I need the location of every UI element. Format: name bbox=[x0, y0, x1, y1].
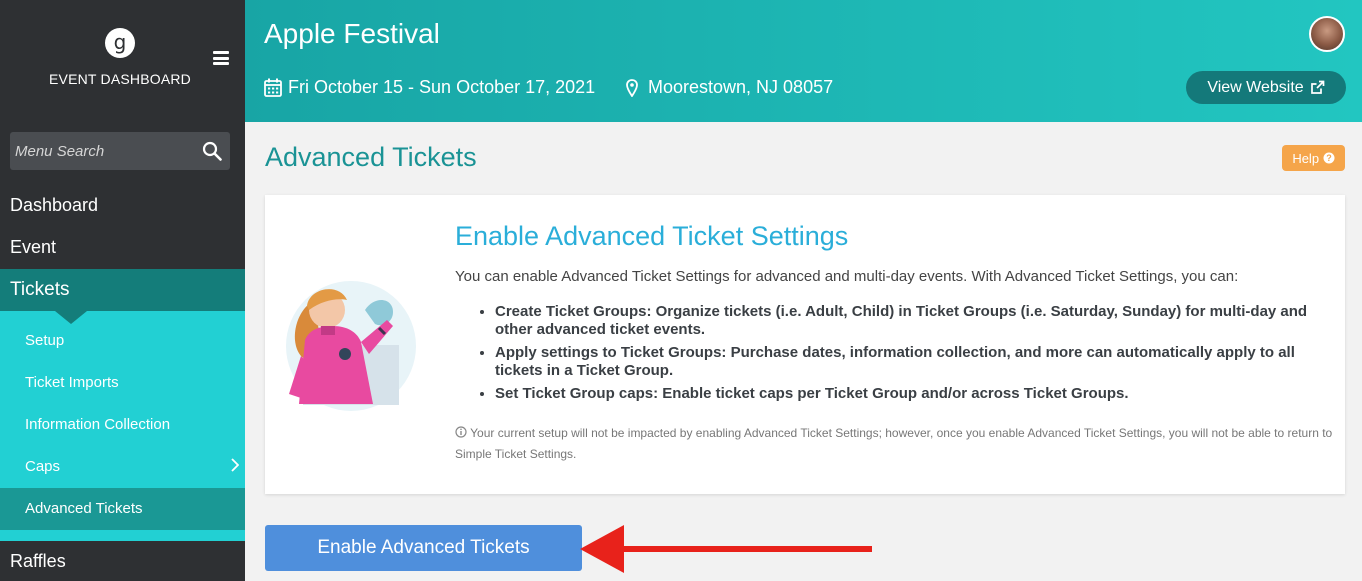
list-item: Create Ticket Groups: Organize tickets (… bbox=[495, 303, 1325, 339]
view-website-button[interactable]: View Website bbox=[1186, 71, 1346, 104]
sidebar-item-label: Information Collection bbox=[25, 416, 171, 433]
sidebar-item-label: Setup bbox=[25, 332, 65, 349]
card-title: Enable Advanced Ticket Settings bbox=[455, 221, 849, 251]
map-pin-icon bbox=[626, 78, 638, 97]
menu-search-input[interactable] bbox=[10, 132, 200, 170]
nav-tickets-label: Tickets bbox=[10, 279, 70, 300]
sidebar-item-advanced-tickets[interactable]: Advanced Tickets bbox=[0, 488, 245, 530]
logo[interactable]: g bbox=[105, 28, 135, 58]
enable-advanced-card: Enable Advanced Ticket Settings You can … bbox=[265, 195, 1345, 494]
external-link-icon bbox=[1310, 80, 1325, 94]
nav-tickets[interactable]: Tickets bbox=[0, 269, 245, 311]
setup-note: Your current setup will not be impacted … bbox=[455, 423, 1335, 465]
event-dates: Fri October 15 - Sun October 17, 2021 bbox=[264, 77, 595, 98]
sidebar: g EVENT DASHBOARD Dashboard Event Ticket… bbox=[0, 0, 245, 581]
red-arrow-annotation bbox=[580, 525, 872, 573]
sidebar-item-label: Ticket Imports bbox=[25, 374, 119, 391]
event-location-text: Moorestown, NJ 08057 bbox=[648, 77, 834, 97]
help-button[interactable]: Help ? bbox=[1282, 145, 1345, 171]
list-item: Set Ticket Group caps: Enable ticket cap… bbox=[495, 385, 1325, 403]
menu-search bbox=[10, 132, 230, 170]
hamburger-icon[interactable] bbox=[213, 51, 229, 65]
setup-note-text: Your current setup will not be impacted … bbox=[455, 426, 1333, 461]
sidebar-item-caps[interactable]: Caps bbox=[0, 446, 245, 488]
page-title: Advanced Tickets bbox=[265, 142, 477, 172]
sidebar-item-ticket-imports[interactable]: Ticket Imports bbox=[0, 362, 245, 404]
nav-raffles[interactable]: Raffles bbox=[10, 551, 66, 572]
search-icon[interactable] bbox=[202, 141, 222, 161]
nav-dashboard[interactable]: Dashboard bbox=[10, 195, 98, 216]
tickets-submenu: Setup Ticket Imports Information Collect… bbox=[0, 311, 245, 541]
brand-title: EVENT DASHBOARD bbox=[49, 71, 191, 87]
list-item: Apply settings to Ticket Groups: Purchas… bbox=[495, 344, 1325, 380]
brand: g EVENT DASHBOARD bbox=[0, 0, 245, 122]
calendar-icon bbox=[264, 78, 282, 97]
help-label: Help bbox=[1292, 150, 1320, 166]
info-circle-icon bbox=[455, 426, 467, 438]
event-dates-text: Fri October 15 - Sun October 17, 2021 bbox=[288, 77, 596, 97]
enable-advanced-tickets-label: Enable Advanced Tickets bbox=[317, 537, 530, 558]
question-circle-icon: ? bbox=[1323, 152, 1335, 163]
sidebar-item-label: Advanced Tickets bbox=[25, 500, 143, 517]
sidebar-item-information-collection[interactable]: Information Collection bbox=[0, 404, 245, 446]
svg-text:?: ? bbox=[1326, 153, 1332, 163]
event-header: Apple Festival Fri October 15 - Sun Octo… bbox=[245, 0, 1362, 122]
active-section-notch bbox=[55, 311, 87, 324]
enable-advanced-tickets-button[interactable]: Enable Advanced Tickets bbox=[265, 525, 582, 571]
view-website-label: View Website bbox=[1207, 78, 1304, 96]
chevron-right-icon bbox=[231, 458, 239, 472]
sidebar-item-setup[interactable]: Setup bbox=[0, 320, 245, 362]
sidebar-item-label: Caps bbox=[25, 458, 61, 475]
event-title: Apple Festival bbox=[264, 18, 440, 49]
card-intro: You can enable Advanced Ticket Settings … bbox=[455, 268, 1239, 285]
nav-event[interactable]: Event bbox=[10, 237, 56, 258]
ticket-holder-illustration bbox=[286, 281, 416, 411]
event-location: Moorestown, NJ 08057 bbox=[626, 77, 833, 98]
user-avatar[interactable] bbox=[1309, 16, 1345, 52]
feature-list: Create Ticket Groups: Organize tickets (… bbox=[495, 303, 1325, 408]
